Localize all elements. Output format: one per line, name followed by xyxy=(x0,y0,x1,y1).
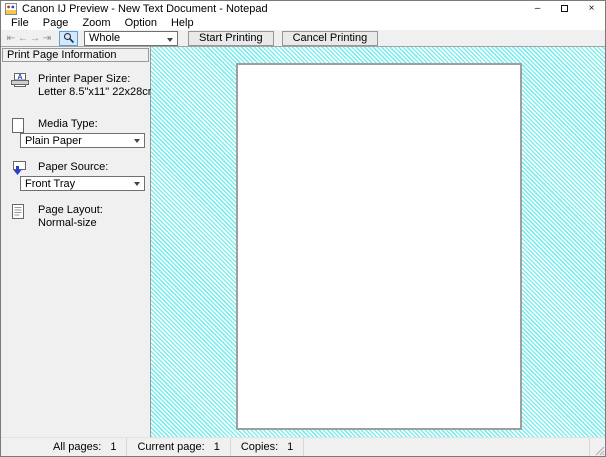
paper-source-icon xyxy=(11,161,27,177)
paper-source-select[interactable]: Front Tray xyxy=(20,176,145,191)
minimize-button[interactable]: – xyxy=(524,1,551,16)
media-type-select[interactable]: Plain Paper xyxy=(20,133,145,148)
all-pages-label: All pages: xyxy=(53,441,101,453)
resize-grip-icon xyxy=(593,444,605,456)
printer-icon: A xyxy=(11,73,29,87)
magnifier-icon xyxy=(63,32,75,45)
current-page-label: Current page: xyxy=(137,441,204,453)
maximize-icon xyxy=(561,5,568,12)
first-page-button[interactable]: ⇤ xyxy=(5,31,17,46)
previous-page-button[interactable]: ← xyxy=(17,31,29,46)
resize-grip[interactable] xyxy=(589,438,605,456)
toolbar: ⇤ ← → ⇥ Whole Start Printing Cancel Prin… xyxy=(1,30,605,47)
close-icon: × xyxy=(589,4,595,14)
media-type-icon xyxy=(11,118,25,134)
page-layout-icon xyxy=(11,204,25,220)
start-printing-button[interactable]: Start Printing xyxy=(188,31,274,46)
media-type-group: Media Type: Plain Paper xyxy=(2,118,149,148)
menu-option[interactable]: Option xyxy=(118,16,164,30)
last-page-icon: ⇥ xyxy=(43,33,51,44)
page-layout-value: Normal-size xyxy=(38,217,149,230)
content-area: Print Page Information A Printer Paper S… xyxy=(1,47,605,437)
print-preview-area[interactable] xyxy=(151,47,605,437)
printer-paper-size-label: Printer Paper Size: xyxy=(38,73,149,86)
next-page-icon: → xyxy=(30,33,40,44)
printer-paper-size-group: A Printer Paper Size: Letter 8.5"x11" 22… xyxy=(2,73,149,99)
all-pages-value: 1 xyxy=(110,441,116,453)
media-type-value: Plain Paper xyxy=(25,135,82,147)
app-icon xyxy=(5,3,17,15)
page-layout-group: Page Layout: Normal-size xyxy=(2,204,149,230)
window-controls: – × xyxy=(524,1,605,16)
copies-status: Copies: 1 xyxy=(231,438,304,456)
menu-file[interactable]: File xyxy=(4,16,36,30)
paper-source-group: Paper Source: Front Tray xyxy=(2,161,149,191)
title-bar: Canon IJ Preview - New Text Document - N… xyxy=(1,1,605,16)
window-title: Canon IJ Preview - New Text Document - N… xyxy=(22,3,268,15)
paper-source-value: Front Tray xyxy=(25,178,75,190)
panel-header: Print Page Information xyxy=(2,48,149,62)
menu-page[interactable]: Page xyxy=(36,16,76,30)
zoom-level-select[interactable]: Whole xyxy=(84,31,178,46)
paper-source-label: Paper Source: xyxy=(38,161,149,174)
zoom-tool-button[interactable] xyxy=(59,31,78,46)
svg-text:A: A xyxy=(17,74,22,81)
previous-page-icon: ← xyxy=(18,33,28,44)
menu-zoom[interactable]: Zoom xyxy=(75,16,117,30)
canon-ij-preview-window: Canon IJ Preview - New Text Document - N… xyxy=(0,0,606,457)
printer-paper-size-value: Letter 8.5"x11" 22x28cm xyxy=(38,86,149,99)
menu-help[interactable]: Help xyxy=(164,16,201,30)
copies-value: 1 xyxy=(287,441,293,453)
first-page-icon: ⇤ xyxy=(7,33,15,44)
next-page-button[interactable]: → xyxy=(29,31,41,46)
copies-label: Copies: xyxy=(241,441,278,453)
print-page-information-panel: Print Page Information A Printer Paper S… xyxy=(1,47,151,437)
preview-page[interactable] xyxy=(236,63,522,430)
last-page-button[interactable]: ⇥ xyxy=(41,31,53,46)
page-layout-label: Page Layout: xyxy=(38,204,149,217)
menu-bar: File Page Zoom Option Help xyxy=(1,16,605,30)
status-bar: All pages: 1 Current page: 1 Copies: 1 xyxy=(1,437,605,456)
media-type-label: Media Type: xyxy=(38,118,149,131)
cancel-printing-button[interactable]: Cancel Printing xyxy=(282,31,379,46)
current-page-value: 1 xyxy=(214,441,220,453)
current-page-status: Current page: 1 xyxy=(127,438,230,456)
chevron-down-icon xyxy=(134,182,140,186)
minimize-icon: – xyxy=(535,4,541,14)
chevron-down-icon xyxy=(134,139,140,143)
close-button[interactable]: × xyxy=(578,1,605,16)
all-pages-status: All pages: 1 xyxy=(43,438,127,456)
zoom-level-value: Whole xyxy=(89,32,120,44)
maximize-button[interactable] xyxy=(551,1,578,16)
chevron-down-icon xyxy=(167,38,173,42)
